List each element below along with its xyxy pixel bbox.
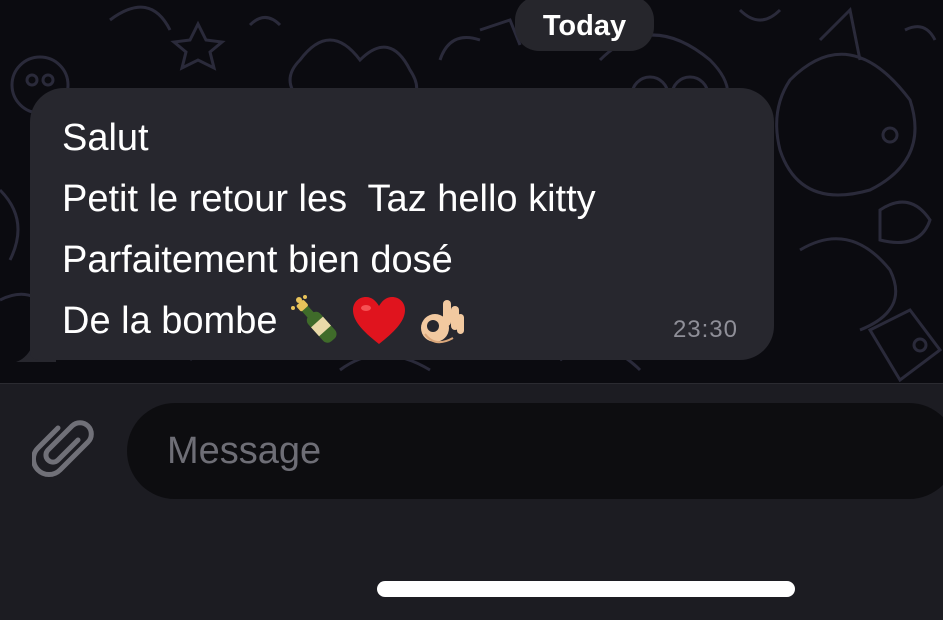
chat-screen: Today Salut Petit le retour les Taz hell… — [0, 0, 943, 620]
message-input[interactable]: Message — [127, 403, 943, 499]
champagne-bottle-icon — [291, 294, 337, 343]
message-composer: Message — [0, 383, 943, 620]
message-timestamp: 23:30 — [672, 316, 738, 343]
date-separator: Today — [515, 0, 654, 51]
incoming-message-bubble[interactable]: Salut Petit le retour les Taz hello kitt… — [30, 88, 774, 360]
message-text: Salut Petit le retour les Taz hello kitt… — [62, 108, 596, 352]
ok-hand-icon — [421, 299, 465, 343]
home-indicator[interactable] — [377, 581, 795, 597]
message-line: Salut — [62, 117, 149, 159]
message-last-line: De la bombe — [62, 291, 596, 352]
paperclip-icon — [32, 420, 94, 478]
attach-button[interactable] — [28, 412, 100, 484]
message-line: Petit le retour les Taz hello kitty — [62, 178, 596, 220]
emoji-group — [289, 294, 469, 350]
chat-background: Today Salut Petit le retour les Taz hell… — [0, 0, 943, 383]
message-line: Parfaitement bien dosé — [62, 239, 453, 281]
message-line: De la bombe — [62, 300, 278, 342]
red-heart-icon — [353, 296, 406, 344]
message-placeholder: Message — [167, 429, 322, 472]
